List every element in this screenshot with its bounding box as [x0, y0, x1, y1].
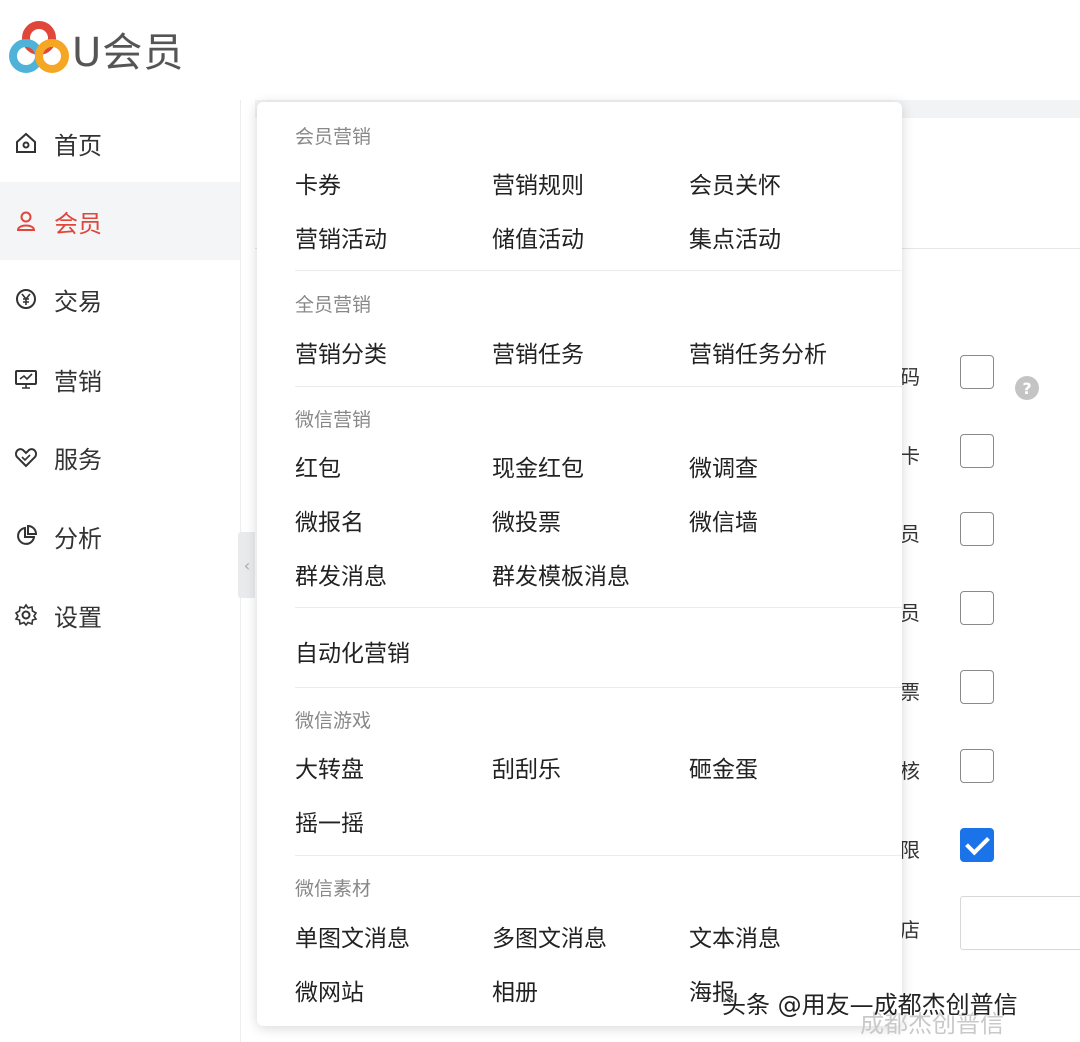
menu-item-shake[interactable]: 摇一摇: [295, 804, 364, 838]
sidebar-item-label: 服务: [54, 445, 102, 474]
marketing-dropdown-menu: 会员营销 卡券 营销规则 会员关怀 营销活动 储值活动 集点活动 全员营销 营销…: [257, 102, 902, 1026]
sidebar-item-marketing[interactable]: 营销: [0, 340, 240, 418]
sidebar-collapse-button[interactable]: ‹: [238, 532, 256, 598]
form-label: 店: [900, 918, 920, 942]
sidebar-item-analysis[interactable]: 分析: [0, 497, 240, 575]
pie-chart-icon: [12, 522, 40, 550]
checkbox[interactable]: [960, 434, 994, 468]
menu-item-coupons[interactable]: 卡券: [295, 166, 341, 200]
section-title-wechat-games: 微信游戏: [295, 710, 372, 732]
menu-item-red-packet[interactable]: 红包: [295, 449, 341, 483]
section-title-wechat-assets: 微信素材: [295, 878, 372, 900]
checkbox[interactable]: [960, 512, 994, 546]
menu-item-mass-template-message[interactable]: 群发模板消息: [492, 557, 630, 591]
checkbox[interactable]: [960, 670, 994, 704]
menu-item-points-activity[interactable]: 集点活动: [689, 220, 781, 254]
checkbox[interactable]: [960, 355, 994, 389]
menu-divider: [295, 855, 902, 856]
chevron-left-icon: ‹: [243, 555, 251, 575]
form-label: 员: [900, 601, 920, 625]
menu-item-micro-signup[interactable]: 微报名: [295, 503, 364, 537]
menu-item-stored-value-activity[interactable]: 储值活动: [492, 220, 584, 254]
section-title-member-marketing: 会员营销: [295, 126, 372, 148]
menu-divider: [295, 386, 902, 387]
home-icon: [12, 129, 40, 157]
sidebar-item-service[interactable]: 服务: [0, 418, 240, 496]
menu-divider: [295, 687, 902, 688]
logo-icon[interactable]: [8, 18, 70, 76]
menu-item-marketing-task-analysis[interactable]: 营销任务分析: [689, 335, 827, 369]
form-label: 限: [900, 838, 920, 862]
form-row: 员: [900, 591, 1080, 631]
sidebar-item-member[interactable]: 会员: [0, 182, 240, 260]
menu-item-scratch-card[interactable]: 刮刮乐: [492, 750, 561, 784]
menu-item-cash-red-packet[interactable]: 现金红包: [492, 449, 584, 483]
form-label: 员: [900, 522, 920, 546]
checkbox-checked[interactable]: [960, 828, 994, 862]
menu-item-single-article[interactable]: 单图文消息: [295, 919, 410, 953]
menu-item-golden-egg[interactable]: 砸金蛋: [689, 750, 758, 784]
section-title-all-marketing: 全员营销: [295, 294, 372, 316]
form-row: 店: [900, 896, 1080, 950]
menu-item-marketing-task[interactable]: 营销任务: [492, 335, 584, 369]
checkbox[interactable]: [960, 591, 994, 625]
yen-icon: [12, 285, 40, 313]
user-icon: [12, 207, 40, 235]
menu-item-micro-vote[interactable]: 微投票: [492, 503, 561, 537]
monitor-icon: [12, 365, 40, 393]
top-header: U会员: [0, 0, 1080, 100]
brand-name: U会员: [72, 30, 185, 76]
heart-handshake-icon: [12, 443, 40, 471]
form-row: 卡: [900, 434, 1080, 474]
watermark: 头条 @用友—成都杰创普信: [722, 991, 1018, 1019]
sidebar-item-settings[interactable]: 设置: [0, 576, 240, 654]
menu-item-wechat-wall[interactable]: 微信墙: [689, 503, 758, 537]
menu-item-multi-article[interactable]: 多图文消息: [492, 919, 607, 953]
menu-divider: [295, 607, 902, 608]
sidebar-item-label: 营销: [54, 367, 102, 396]
sidebar-item-trade[interactable]: 交易: [0, 260, 240, 338]
menu-item-album[interactable]: 相册: [492, 973, 538, 1007]
form-row: 票: [900, 670, 1080, 710]
sidebar-item-label: 设置: [54, 603, 102, 632]
form-row: 限: [900, 828, 1080, 868]
sidebar: 首页 会员 交易 营销 服务 分析 设置: [0, 100, 241, 1042]
menu-divider: [295, 270, 902, 271]
menu-item-automated-marketing[interactable]: 自动化营销: [295, 634, 410, 668]
store-select[interactable]: [960, 896, 1080, 950]
menu-item-marketing-activity[interactable]: 营销活动: [295, 220, 387, 254]
menu-item-micro-site[interactable]: 微网站: [295, 973, 364, 1007]
menu-item-marketing-rules[interactable]: 营销规则: [492, 166, 584, 200]
menu-item-marketing-category[interactable]: 营销分类: [295, 335, 387, 369]
sidebar-item-label: 分析: [54, 524, 102, 553]
menu-item-text-message[interactable]: 文本消息: [689, 919, 781, 953]
menu-item-mass-message[interactable]: 群发消息: [295, 557, 387, 591]
sidebar-item-label: 交易: [54, 287, 102, 316]
form-label: 票: [900, 680, 920, 704]
menu-item-micro-survey[interactable]: 微调查: [689, 449, 758, 483]
menu-item-member-care[interactable]: 会员关怀: [689, 166, 781, 200]
form-row: 核: [900, 749, 1080, 789]
gear-icon: [12, 601, 40, 629]
checkbox[interactable]: [960, 749, 994, 783]
sidebar-item-home[interactable]: 首页: [0, 104, 240, 182]
dropdown-arrow: [243, 368, 257, 392]
sidebar-item-label: 会员: [54, 209, 102, 238]
menu-item-big-wheel[interactable]: 大转盘: [295, 750, 364, 784]
sidebar-item-label: 首页: [54, 131, 102, 160]
form-row: 员: [900, 512, 1080, 552]
form-label: 卡: [900, 444, 920, 468]
section-title-wechat-marketing: 微信营销: [295, 409, 372, 431]
form-label: 核: [900, 759, 920, 783]
form-label: 码: [900, 365, 920, 389]
form-row: 码: [900, 355, 1080, 395]
help-icon[interactable]: ?: [1015, 376, 1039, 400]
